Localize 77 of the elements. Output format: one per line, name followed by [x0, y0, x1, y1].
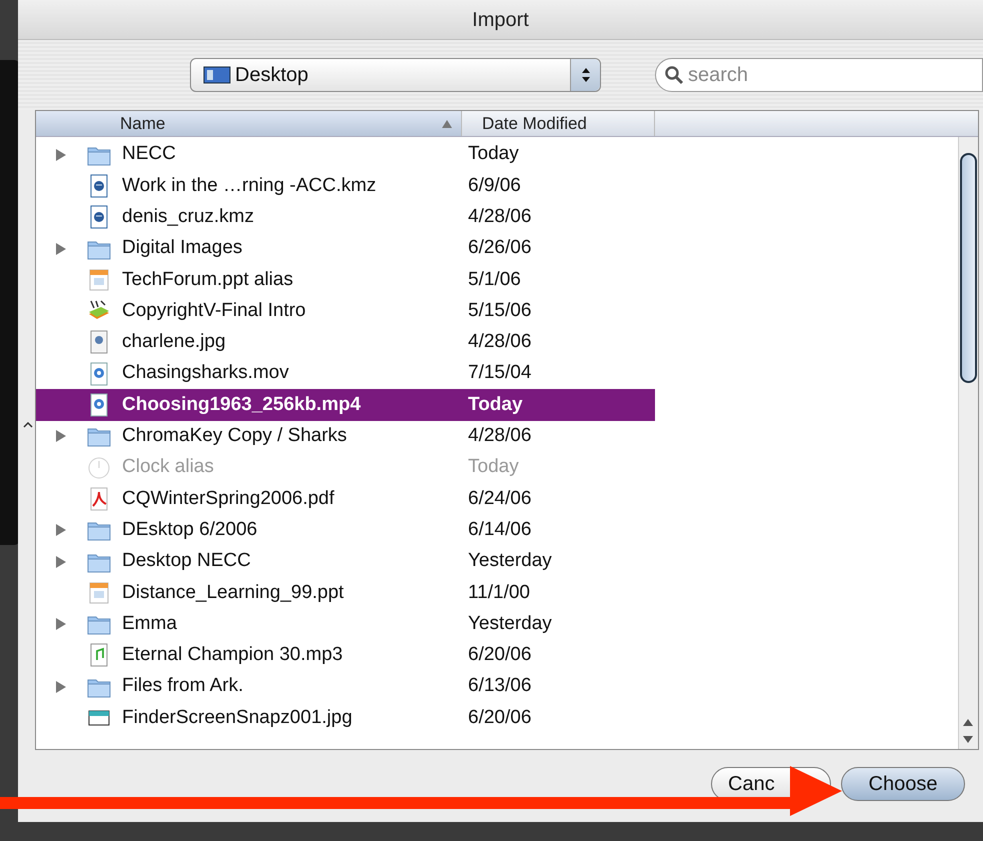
- file-name: Choosing1963_256kb.mp4: [122, 392, 362, 417]
- disclosure-triangle-icon[interactable]: [55, 554, 67, 568]
- file-row[interactable]: DEsktop 6/2006 6/14/06: [36, 514, 655, 546]
- file-row[interactable]: Work in the …rning -ACC.kmz 6/9/06: [36, 170, 655, 202]
- file-row[interactable]: charlene.jpg 4/28/06: [36, 326, 655, 358]
- file-name: Work in the …rning -ACC.kmz: [122, 174, 378, 198]
- file-name: Eternal Champion 30.mp3: [122, 643, 344, 668]
- date-modified: 6/13/06: [468, 674, 532, 698]
- file-row[interactable]: Eternal Champion 30.mp3 6/20/06: [36, 640, 655, 672]
- date-modified: Yesterday: [468, 549, 552, 574]
- date-modified: 5/15/06: [468, 298, 532, 323]
- date-modified: Today: [468, 392, 523, 417]
- date-modified: 4/28/06: [468, 204, 532, 229]
- file-row[interactable]: TechForum.ppt alias 5/1/06: [36, 264, 655, 296]
- disclosure-triangle-icon[interactable]: [55, 148, 67, 162]
- sort-arrow-icon: [441, 118, 453, 128]
- disclosure-triangle-icon[interactable]: [55, 429, 67, 444]
- date-modified: 4/28/06: [468, 330, 532, 354]
- date-modified: Today: [468, 455, 519, 480]
- dialog-button[interactable]: Choose: [841, 767, 965, 801]
- disclosure-triangle-icon[interactable]: [55, 680, 67, 694]
- date-modified: 6/14/06: [468, 518, 532, 542]
- disclosure-triangle-icon[interactable]: [55, 242, 67, 256]
- file-name: denis_cruz.kmz: [122, 204, 255, 229]
- file-name: Files from Ark.: [122, 674, 244, 698]
- file-name: CQWinterSpring2006.pdf: [122, 486, 336, 511]
- file-name: Desktop NECC: [122, 549, 252, 574]
- file-name: FinderScreenSnapz001.jpg: [122, 706, 354, 730]
- file-row[interactable]: Desktop NECC Yesterday: [36, 546, 655, 578]
- date-modified: 4/28/06: [468, 424, 532, 448]
- clock-icon: [86, 454, 112, 481]
- file-name: TechForum.ppt alias: [122, 268, 294, 292]
- date-modified: 7/15/04: [468, 361, 532, 386]
- date-modified: 6/20/06: [468, 643, 532, 668]
- column-header[interactable]: Name: [36, 111, 462, 136]
- file-name: NECC: [122, 142, 177, 166]
- file-row[interactable]: denis_cruz.kmz 4/28/06: [36, 202, 655, 233]
- file-row[interactable]: Chasingsharks.mov 7/15/04: [36, 358, 655, 390]
- file-row[interactable]: ChromaKey Copy / Sharks 4/28/06: [36, 420, 655, 452]
- file-row[interactable]: CopyrightV-Final Intro 5/15/06: [36, 295, 655, 327]
- file-row[interactable]: Distance_Learning_99.ppt 11/1/00: [36, 577, 655, 608]
- disclosure-triangle-icon[interactable]: [55, 523, 67, 538]
- file-name: Emma: [122, 612, 178, 636]
- location-value: Desktop: [235, 63, 308, 88]
- date-modified: Yesterday: [468, 612, 552, 636]
- file-row[interactable]: Choosing1963_256kb.mp4 Today: [36, 389, 655, 421]
- file-row[interactable]: Emma Yesterday: [36, 608, 655, 640]
- file-row[interactable]: FinderScreenSnapz001.jpg 6/20/06: [36, 702, 655, 734]
- file-row[interactable]: Files from Ark. 6/13/06: [36, 671, 655, 702]
- file-name: Digital Images: [122, 236, 244, 260]
- date-modified: 6/24/06: [468, 486, 532, 511]
- date-modified: 5/1/06: [468, 268, 521, 292]
- file-row[interactable]: CQWinterSpring2006.pdf 6/24/06: [36, 483, 655, 515]
- file-name: Distance_Learning_99.ppt: [122, 580, 345, 605]
- scrollbar[interactable]: [958, 137, 978, 749]
- window-title: Import: [18, 0, 983, 40]
- disclosure-triangle-icon[interactable]: [55, 617, 67, 632]
- stepper-icon: [570, 59, 600, 91]
- date-modified: 6/9/06: [468, 174, 521, 198]
- file-name: Clock alias: [122, 455, 215, 480]
- file-name: charlene.jpg: [122, 330, 227, 354]
- file-name: Chasingsharks.mov: [122, 361, 290, 386]
- search-icon: [664, 65, 684, 85]
- search-field[interactable]: search: [655, 58, 983, 92]
- file-row[interactable]: NECC Today: [36, 139, 655, 170]
- date-modified: 6/26/06: [468, 236, 532, 260]
- date-modified: Today: [468, 142, 519, 166]
- column-header[interactable]: Date Modified: [462, 111, 655, 136]
- file-row[interactable]: Digital Images 6/26/06: [36, 232, 655, 264]
- date-modified: 11/1/00: [468, 580, 530, 605]
- file-name: ChromaKey Copy / Sharks: [122, 424, 348, 448]
- location-dropdown[interactable]: Desktop: [190, 58, 601, 92]
- date-modified: 6/20/06: [468, 706, 532, 730]
- file-name: DEsktop 6/2006: [122, 518, 258, 542]
- desktop-icon: [203, 65, 231, 85]
- file-name: CopyrightV-Final Intro: [122, 298, 307, 323]
- collapse-handle-icon[interactable]: [22, 422, 32, 428]
